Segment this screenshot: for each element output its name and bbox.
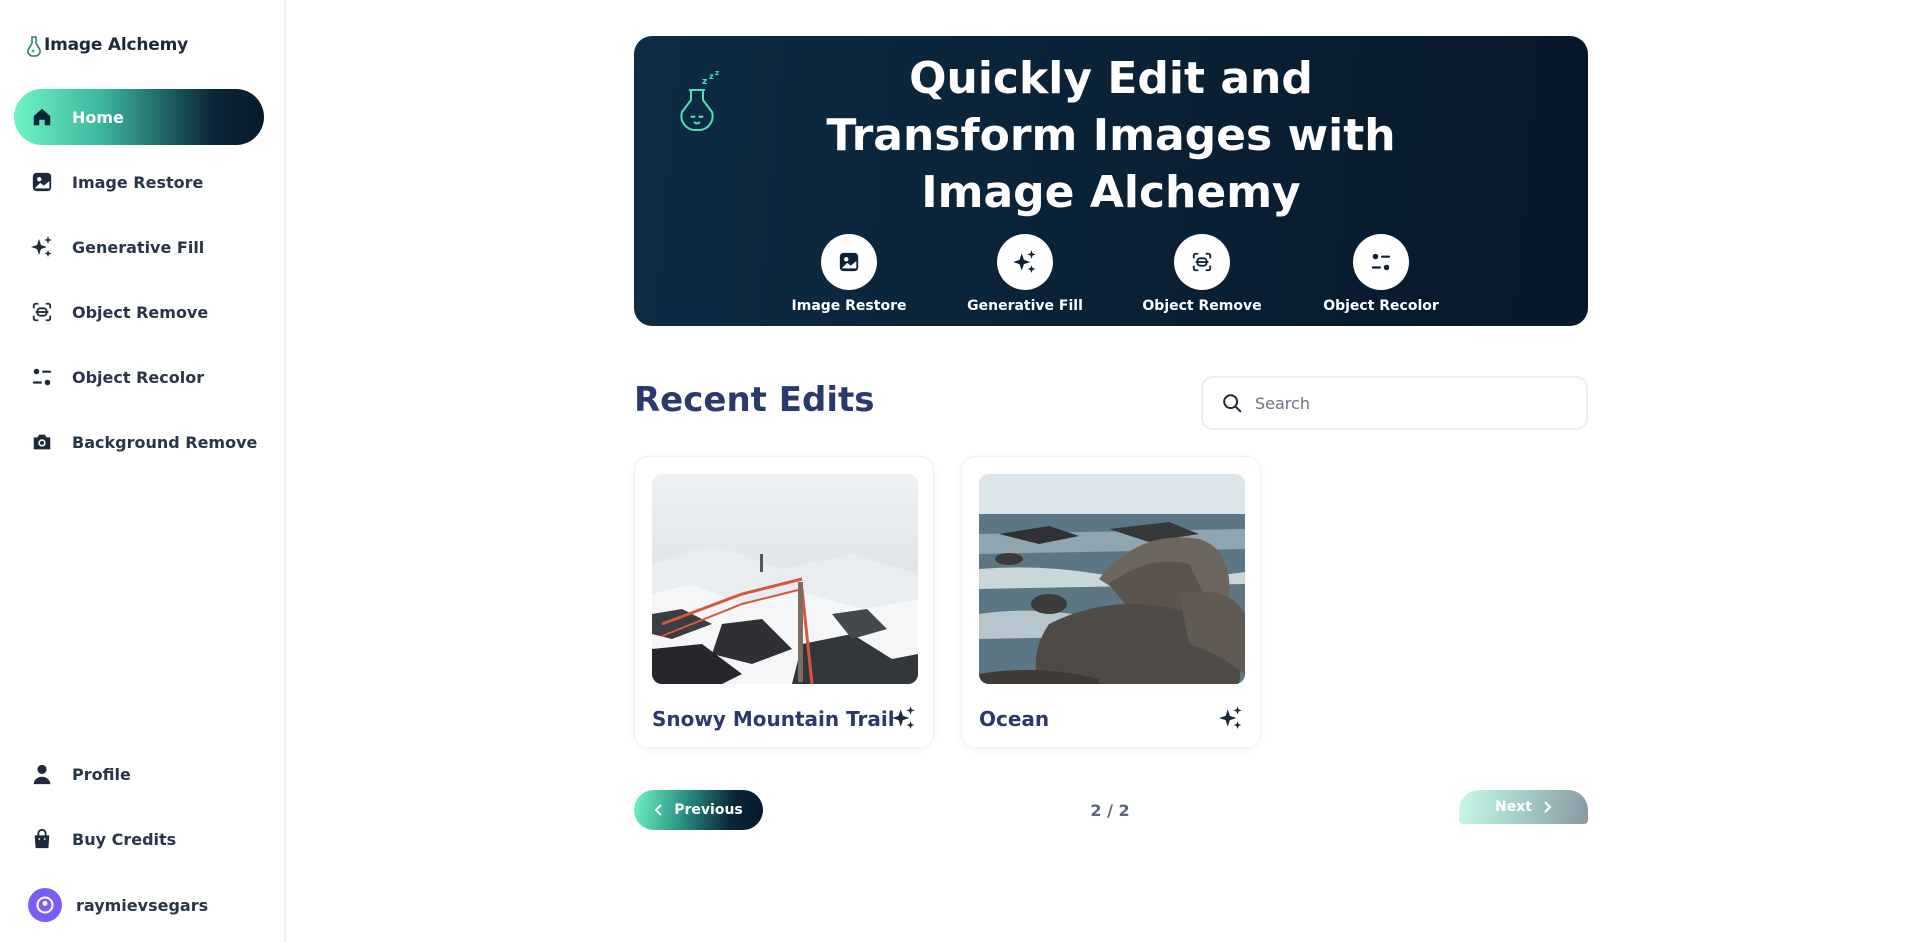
scan-icon (30, 300, 54, 324)
quick-action-generative-fill[interactable]: Generative Fill (950, 234, 1100, 314)
sidebar-item-profile[interactable]: Profile (14, 746, 264, 802)
quick-action-label: Image Restore (791, 298, 907, 314)
search-box[interactable] (1201, 376, 1588, 430)
sidebar-item-label: Profile (72, 764, 131, 784)
sidebar-item-label: Image Restore (72, 172, 204, 192)
scan-icon (1192, 252, 1212, 272)
sidebar-item-home[interactable]: Home (14, 89, 264, 145)
page-indicator: 2 / 2 (1090, 801, 1130, 820)
quick-action-label: Object Recolor (1323, 298, 1439, 314)
hero-title-line: Transform Images with (826, 110, 1396, 161)
search-input[interactable] (1255, 393, 1575, 413)
hero-title-line: Quickly Edit and (909, 53, 1313, 104)
card-title: Ocean (979, 707, 1050, 731)
sidebar-item-label: Generative Fill (72, 237, 205, 257)
chevron-left-icon (654, 804, 662, 816)
card-title: Snowy Mountain Trail (652, 707, 895, 731)
sidebar-item-label: Home (72, 107, 124, 127)
sparkles-icon[interactable] (891, 705, 917, 735)
sidebar-item-label: Object Recolor (72, 367, 205, 387)
home-icon (30, 105, 54, 129)
next-button[interactable]: Next (1459, 790, 1588, 824)
quick-action-circle[interactable] (1353, 234, 1409, 290)
quick-action-label: Generative Fill (967, 298, 1083, 314)
sidebar-item-label: Object Remove (72, 302, 209, 322)
quick-action-object-recolor[interactable]: Object Recolor (1306, 234, 1456, 314)
previous-button[interactable]: Previous (634, 790, 763, 830)
hero-quick-actions: Image Restore Generative Fill Object Rem… (634, 234, 1588, 324)
filter-icon (30, 365, 54, 389)
app-logo[interactable]: Image Alchemy (26, 32, 188, 58)
quick-action-label: Object Remove (1142, 298, 1262, 314)
quick-action-circle[interactable] (821, 234, 877, 290)
sidebar-item-object-remove[interactable]: Object Remove (14, 284, 264, 340)
sparkles-icon (1013, 250, 1036, 273)
sidebar-item-label: Background Remove (72, 432, 258, 452)
sidebar-item-buy-credits[interactable]: Buy Credits (14, 811, 264, 867)
filter-icon (1371, 253, 1391, 271)
user-icon (30, 762, 54, 786)
quick-action-object-remove[interactable]: Object Remove (1127, 234, 1277, 314)
image-thumbnail[interactable] (979, 474, 1245, 684)
sidebar-item-label: Buy Credits (72, 829, 177, 849)
quick-action-circle[interactable] (1174, 234, 1230, 290)
app-name: Image Alchemy (44, 35, 189, 55)
bag-icon (30, 827, 54, 851)
previous-label: Previous (674, 802, 743, 818)
hero-title: Quickly Edit and Transform Images with I… (634, 50, 1588, 221)
next-label: Next (1495, 799, 1532, 815)
hero-banner: z z z Quickly Edit and Transform Images … (634, 36, 1588, 326)
hero-title-line: Image Alchemy (921, 167, 1301, 218)
flask-logo-icon (27, 36, 41, 57)
image-thumbnail[interactable] (652, 474, 918, 684)
image-card-ocean[interactable]: Ocean (961, 456, 1261, 748)
quick-action-image-restore[interactable]: Image Restore (774, 234, 924, 314)
user-profile[interactable]: raymievsegars (28, 888, 208, 922)
quick-action-circle[interactable] (997, 234, 1053, 290)
sidebar-item-generative-fill[interactable]: Generative Fill (14, 219, 264, 275)
sparkles-icon[interactable] (1218, 705, 1244, 735)
chevron-right-icon (1544, 801, 1552, 813)
image-icon (30, 170, 54, 194)
sidebar-item-background-remove[interactable]: Background Remove (14, 414, 264, 470)
user-name: raymievsegars (76, 895, 209, 915)
sidebar-item-object-recolor[interactable]: Object Recolor (14, 349, 264, 405)
image-icon (839, 252, 859, 272)
camera-icon (30, 430, 54, 454)
sidebar: Image Alchemy Home Image Restore Generat… (0, 0, 286, 942)
search-icon (1223, 394, 1242, 413)
image-card-snowy-mountain-trail[interactable]: Snowy Mountain Trail (634, 456, 934, 748)
recent-edits-title: Recent Edits (634, 380, 875, 420)
sparkles-icon (30, 235, 54, 259)
sidebar-item-image-restore[interactable]: Image Restore (14, 154, 264, 210)
avatar-user-icon (36, 896, 54, 914)
avatar[interactable] (28, 888, 62, 922)
